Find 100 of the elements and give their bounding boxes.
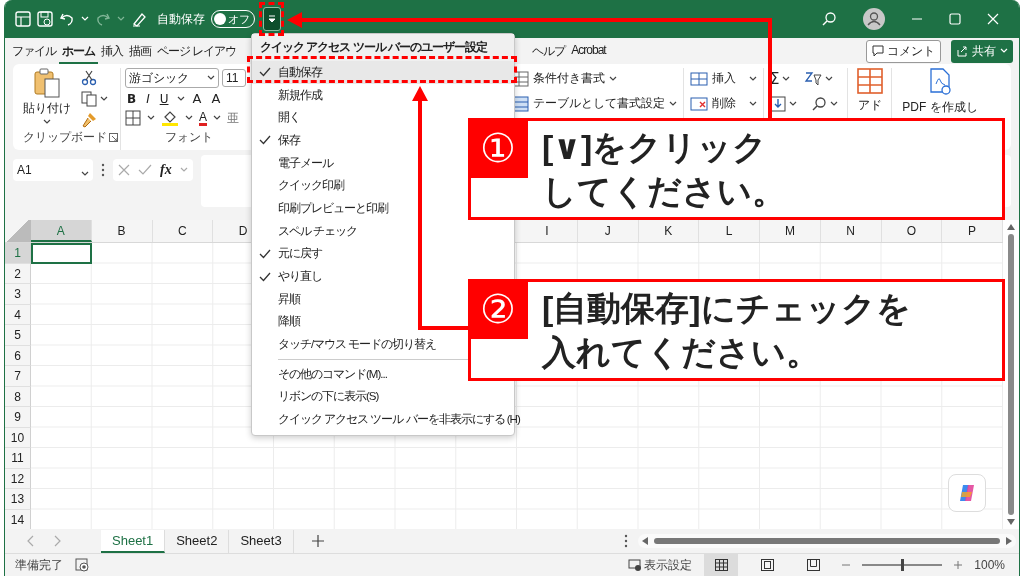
column-header[interactable]: B [91,220,153,242]
row-header[interactable]: 12 [5,468,31,489]
paste-button[interactable]: 貼り付け [23,68,71,128]
font-size-field[interactable]: 11 [222,69,246,87]
name-box[interactable]: A1 [13,159,93,181]
create-pdf-button[interactable]: PDF を作成し [902,68,978,116]
caret-icon[interactable] [100,96,108,102]
menu-item[interactable]: 印刷プレビューと印刷 [252,197,392,220]
menu-item[interactable]: 自動保存 [252,61,514,84]
add-ins-button[interactable]: アド [856,68,883,114]
row-header[interactable]: 8 [5,386,31,407]
ribbon-command[interactable]: 条件付き書式 [513,70,677,87]
caret-icon[interactable] [669,100,677,107]
row-header[interactable]: 7 [5,366,31,387]
grow-font-button[interactable]: A [190,91,204,106]
column-header[interactable]: A [31,220,92,242]
search-icon[interactable] [821,11,837,27]
caret-icon[interactable] [81,171,89,177]
borders-icon[interactable] [125,110,141,126]
caret-icon[interactable] [176,95,185,102]
ribbon-tab[interactable]: 描画 [126,38,154,64]
paintbrush-icon[interactable] [81,112,97,128]
menu-item[interactable]: リボンの下に表示(S) [252,385,383,409]
menu-item[interactable]: 元に戻す [252,242,326,266]
more-options-icon[interactable] [623,534,628,548]
row-header[interactable]: 11 [5,448,31,469]
save-icon[interactable] [37,11,53,27]
zoom-slider[interactable] [862,559,943,571]
row-header[interactable]: 13 [5,489,31,510]
display-settings-button[interactable]: 表示設定 [628,556,693,574]
underline-button[interactable]: U [157,91,171,106]
italic-button[interactable]: I [144,91,152,106]
sort-filter-icon[interactable] [804,71,823,87]
launcher-icon[interactable] [109,133,118,142]
selected-cell[interactable] [31,243,92,264]
menu-item[interactable]: 昇順 [252,287,304,311]
caret-icon[interactable] [43,119,51,125]
caret-icon[interactable] [825,76,834,82]
menu-item[interactable]: クイック印刷 [252,174,348,198]
add-sheet-icon[interactable] [311,535,324,547]
caret-icon[interactable] [207,75,215,81]
row-header[interactable]: 1 [5,243,31,264]
more-options-icon[interactable] [101,163,105,177]
row-header[interactable]: 4 [5,304,31,325]
caret-icon[interactable] [830,101,838,107]
caret-icon[interactable] [213,115,221,121]
spreadsheet-icon[interactable] [15,11,31,27]
copilot-button[interactable] [948,474,986,512]
caret-icon[interactable] [147,115,155,121]
font-color-button[interactable]: A [199,110,207,126]
ribbon-tab[interactable]: ヘルプ [529,38,569,64]
caret-icon[interactable] [185,115,193,121]
share-button[interactable]: 共有 [951,39,1013,63]
column-header[interactable]: C [152,220,214,242]
undo-icon[interactable] [59,11,75,27]
row-header[interactable]: 3 [5,284,31,305]
menu-item[interactable]: 電子メール [252,151,337,175]
menu-item[interactable]: 開く [252,106,304,130]
zoom-in-icon[interactable] [954,561,963,569]
customize-toolbar-button[interactable] [263,7,281,31]
shrink-font-button[interactable]: A [209,91,223,106]
caret-icon[interactable] [782,76,791,82]
menu-item[interactable]: その他のコマンド(M)... [252,362,391,386]
bold-button[interactable]: B [125,91,139,106]
comment-button[interactable]: コメント [866,39,941,63]
ribbon-tab[interactable]: Acrobat [568,38,609,64]
font-name-dropdown[interactable]: 游ゴシック [125,68,219,88]
menu-item[interactable]: クイック アクセス ツール バーを非表示にする (H) [252,408,524,431]
row-header[interactable]: 2 [5,263,31,284]
row-header[interactable]: 9 [5,407,31,428]
horizontal-scrollbar[interactable] [637,534,1016,548]
avatar-icon[interactable] [863,8,885,30]
row-header[interactable]: 10 [5,427,31,448]
phonetic-button[interactable]: 亜 [227,109,239,127]
ribbon-command[interactable]: 挿入 [690,70,757,87]
menu-item[interactable]: 新規作成 [252,83,326,107]
sheet-tab[interactable]: Sheet2 [165,529,230,553]
search-icon[interactable] [811,96,827,112]
caret-icon[interactable] [749,100,757,107]
row-header[interactable]: 14 [5,509,31,529]
maximize-icon[interactable] [949,13,961,25]
menu-item[interactable]: やり直し [252,265,326,288]
caret-icon[interactable] [609,75,617,82]
normal-view-button[interactable] [704,554,739,576]
sheet-tab[interactable]: Sheet1 [101,529,166,553]
copy-icon[interactable] [81,91,97,107]
row-header[interactable]: 5 [5,325,31,346]
redo-icon[interactable] [95,11,111,27]
ribbon-tab[interactable]: ページ レイアウ [154,38,240,64]
scissors-icon[interactable] [81,70,97,86]
pen-icon[interactable] [131,11,147,27]
row-header[interactable]: 6 [5,345,31,366]
sheet-tab[interactable]: Sheet3 [229,529,294,553]
macro-recording-icon[interactable] [75,558,89,572]
ribbon-tab[interactable]: ファイル [9,38,59,64]
close-icon[interactable] [987,13,999,25]
menu-item[interactable]: 保存 [252,129,304,152]
menu-item[interactable]: 降順 [252,310,304,334]
caret-icon[interactable] [749,75,757,82]
menu-item[interactable]: タッチ/マウス モードの切り替え [252,333,441,356]
